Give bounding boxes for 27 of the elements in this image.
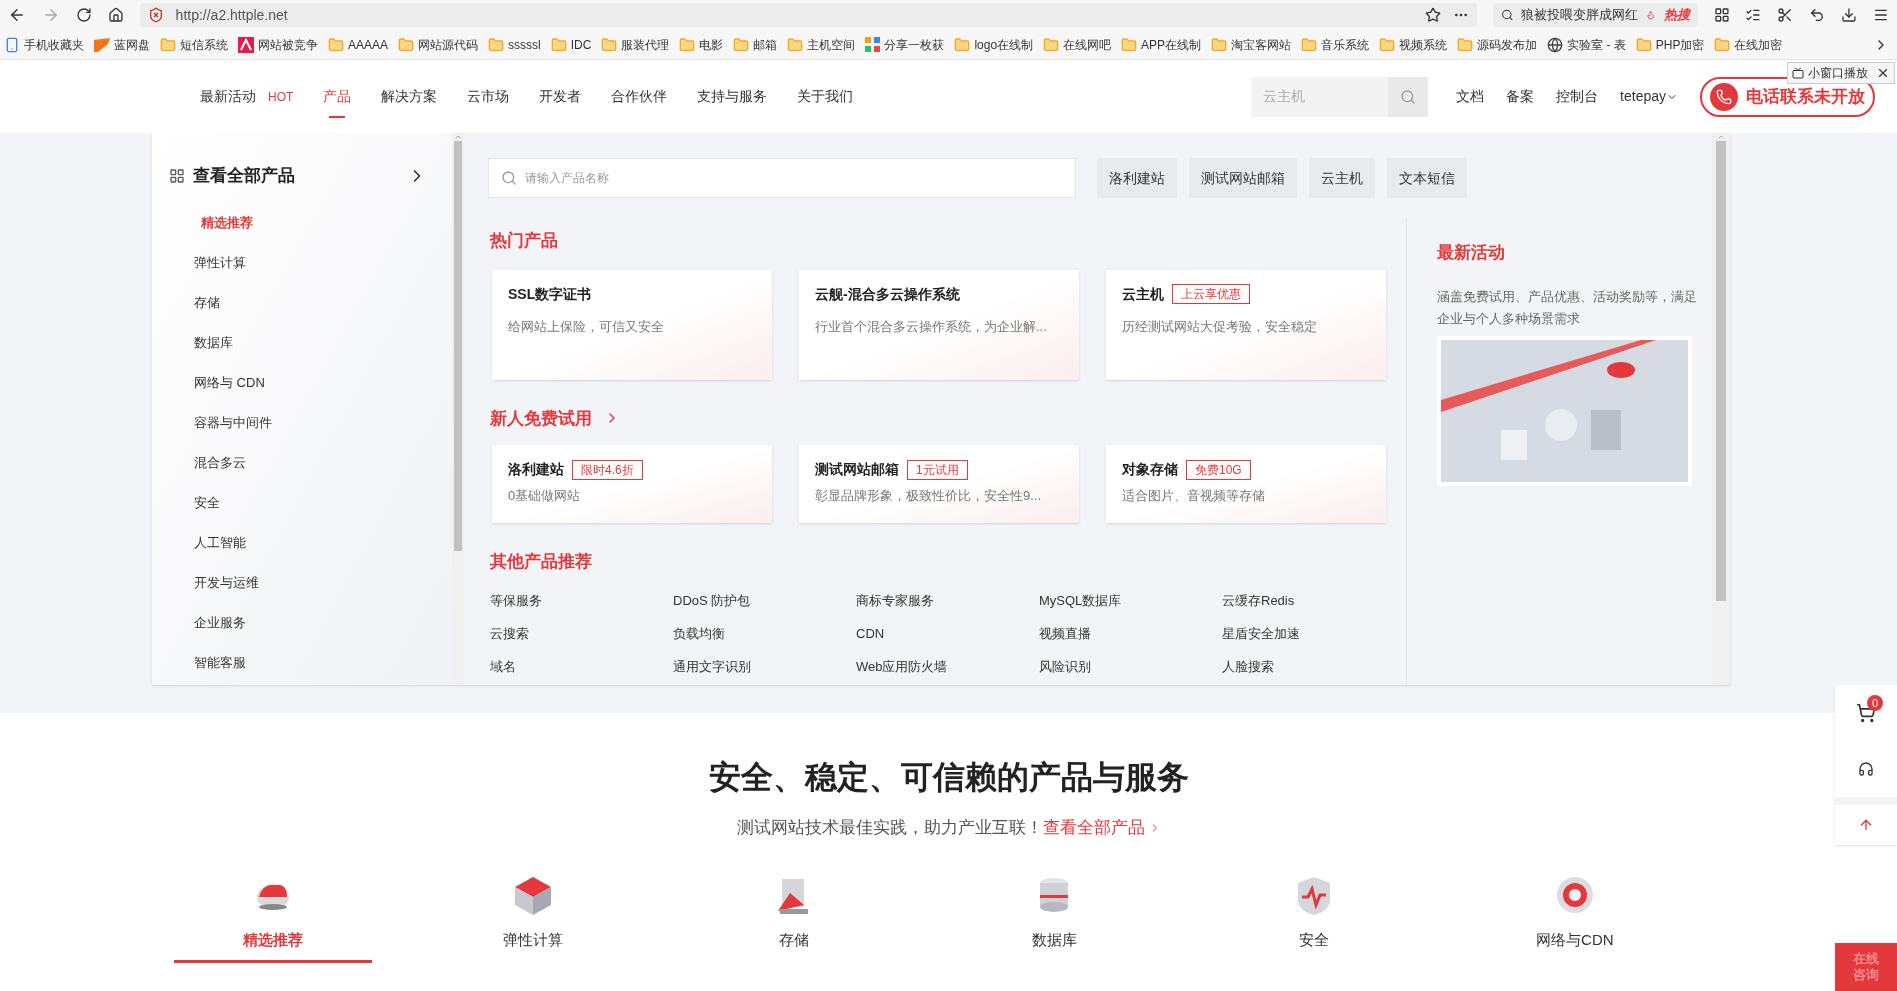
product-name: SSL数字证书 — [508, 284, 592, 304]
activity-heading: 最新活动 — [1437, 242, 1506, 264]
product-description: 0基础做网站 — [508, 487, 582, 505]
product-description: 彰显品牌形象，极致性价比，安全性9... — [815, 487, 1043, 505]
promo-tag: 1元试用 — [907, 459, 968, 480]
section-subtitle: 测试网站技术最佳实践，助力产业互联！ — [736, 817, 1043, 839]
activity-description: 涵盖免费试用、产品优惠、活动奖励等，满足企业与个人多种场景需求 — [1437, 288, 1698, 328]
trending-search-text: 狼被投喂变胖成网红 — [1521, 6, 1639, 25]
section-heading: 热门产品 — [490, 230, 559, 252]
product-description: 给网站上保险，可信又安全 — [508, 317, 665, 336]
promo-tag: 上云享优惠 — [1172, 284, 1250, 304]
product-name: 对象存储 — [1122, 460, 1178, 479]
promo-tag: 限时4.6折 — [572, 459, 643, 480]
product-description: 适合图片、音视频等存储 — [1122, 487, 1266, 505]
cart-count-badge: 0 — [1867, 695, 1883, 711]
product-description: 行业首个混合多云操作系统，为企业解... — [815, 317, 1048, 336]
product-name: 洛利建站 — [508, 460, 564, 479]
url-text: http://a2.httple.net — [175, 5, 288, 25]
product-description: 历经测试网站大促考验，安全稳定 — [1122, 317, 1318, 336]
promo-tag: 免费10G — [1186, 459, 1251, 480]
section-title: 安全、稳定、可信赖的产品与服务 — [708, 758, 1189, 797]
product-name: 云舰-混合多云操作系统 — [815, 284, 960, 304]
section-heading: 其他产品推荐 — [490, 551, 593, 573]
product-name: 云主机 — [1122, 284, 1164, 304]
hot-label: HOT — [268, 88, 294, 106]
hot-search-label: 热搜 — [1663, 6, 1690, 25]
product-name: 测试网站邮箱 — [815, 460, 899, 479]
